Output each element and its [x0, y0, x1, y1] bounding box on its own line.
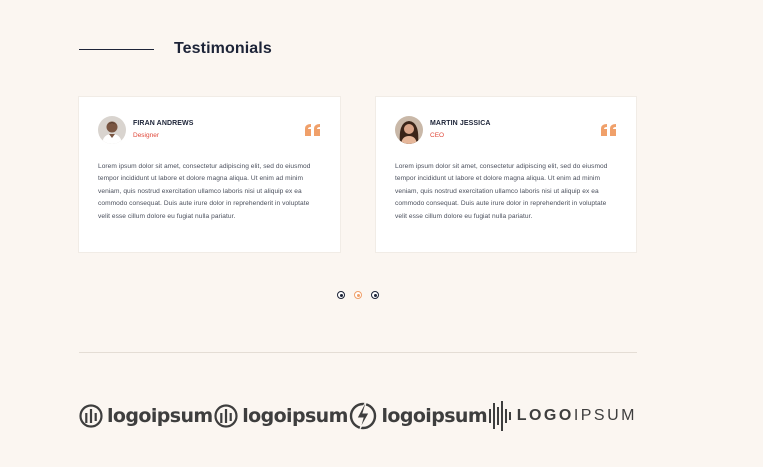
- section-header: Testimonials: [79, 40, 272, 58]
- testimonial-card: FIRAN ANDREWS Designer Lorem ipsum dolor…: [79, 97, 340, 252]
- partner-logo[interactable]: logoipsum: [349, 401, 488, 431]
- testimonial-text: Lorem ipsum dolor sit amet, consectetur …: [395, 163, 608, 220]
- carousel-dot-3[interactable]: [371, 291, 379, 299]
- quote-icon: [305, 124, 320, 136]
- testimonial-card: MARTIN JESSICA CEO Lorem ipsum dolor sit…: [376, 97, 636, 252]
- author-name: MARTIN JESSICA: [430, 120, 491, 127]
- header-rule: [79, 48, 154, 50]
- author-info: MARTIN JESSICA CEO: [430, 120, 491, 139]
- circle-bars-icon: [214, 404, 238, 428]
- quote-icon: [601, 124, 616, 136]
- avatar: [98, 116, 126, 144]
- carousel-pagination: [337, 291, 379, 299]
- logo-wordmark: logoipsum: [381, 405, 488, 427]
- partner-logos: logoipsum logoipsum logoipsum LOGOIPSUM: [79, 398, 637, 434]
- bolt-circle-icon: [350, 402, 377, 430]
- testimonial-header: MARTIN JESSICA CEO: [395, 116, 617, 146]
- partner-logo[interactable]: LOGOIPSUM: [488, 401, 637, 431]
- avatar: [395, 116, 423, 144]
- section-divider: [79, 352, 637, 353]
- author-info: FIRAN ANDREWS Designer: [133, 120, 194, 139]
- circle-bars-icon: [79, 404, 103, 428]
- author-role: CEO: [430, 132, 445, 139]
- logo-wordmark: logoipsum: [242, 405, 348, 427]
- testimonial-header: FIRAN ANDREWS Designer: [98, 116, 321, 146]
- logo-wordmark: logoipsum: [107, 405, 213, 427]
- carousel-dot-2-active[interactable]: [354, 291, 362, 299]
- author-name: FIRAN ANDREWS: [133, 120, 194, 127]
- testimonial-text: Lorem ipsum dolor sit amet, consectetur …: [98, 163, 311, 220]
- partner-logo[interactable]: logoipsum: [79, 404, 213, 428]
- author-role: Designer: [133, 132, 160, 139]
- section-title: Testimonials: [174, 40, 272, 57]
- sound-wave-icon: [488, 401, 511, 431]
- carousel-dot-1[interactable]: [337, 291, 345, 299]
- logo-wordmark: LOGOIPSUM: [516, 407, 637, 424]
- partner-logo[interactable]: logoipsum: [214, 404, 348, 428]
